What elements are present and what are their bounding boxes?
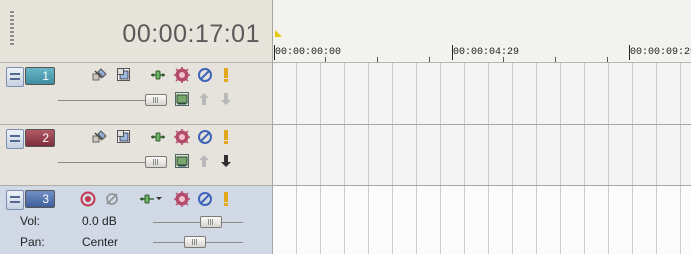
move-down-icon[interactable] <box>218 91 234 107</box>
track-header-panel: 00:00:17:01 1 2 3 Vol: 0.0 dB Pan: Cente… <box>0 0 273 254</box>
track-number[interactable]: 3 <box>25 190 55 208</box>
mute-icon[interactable] <box>197 67 213 83</box>
track-motion-icon[interactable] <box>150 67 166 83</box>
pan-value: Center <box>82 235 119 249</box>
opacity-slider-thumb[interactable] <box>145 94 167 106</box>
solo-icon[interactable] <box>174 129 190 145</box>
ruler-tick <box>429 57 430 62</box>
track-row-3[interactable]: 3 Vol: 0.0 dB Pan: Center <box>0 186 272 254</box>
time-display[interactable]: 00:00:17:01 <box>122 20 260 49</box>
move-up-icon[interactable] <box>196 91 212 107</box>
track-fx-icon[interactable] <box>174 153 190 169</box>
minimize-track-icon[interactable] <box>6 190 24 210</box>
cursor-marker[interactable] <box>275 30 282 37</box>
ruler-tick <box>325 57 326 62</box>
solo-icon[interactable] <box>174 67 190 83</box>
mute-icon[interactable] <box>197 129 213 145</box>
video-editor-track-window: 00:00:17:01 1 2 3 Vol: 0.0 dB Pan: Cente… <box>0 0 691 254</box>
ruler-label: 00:00:00:00 <box>273 45 342 60</box>
track-lane-1[interactable] <box>273 63 691 125</box>
record-arm-icon[interactable] <box>80 191 96 207</box>
track-lane-3[interactable] <box>273 186 691 254</box>
move-down-icon[interactable] <box>218 153 234 169</box>
ruler-label: 00:00:04:29 <box>451 45 520 60</box>
track-motion-icon[interactable] <box>150 129 166 145</box>
volume-label: Vol: <box>20 214 41 228</box>
fx-icon[interactable] <box>92 67 108 83</box>
timeline-area[interactable]: 00:00:00:00 00:00:04:29 00:00:09:29 <box>273 0 691 254</box>
ruler-tick <box>377 57 378 62</box>
track-number[interactable]: 1 <box>25 67 55 85</box>
move-up-icon[interactable] <box>196 153 212 169</box>
track-row-2[interactable]: 2 <box>0 125 272 186</box>
volume-slider-track <box>153 222 243 223</box>
pan-slider-thumb[interactable] <box>184 236 206 248</box>
ruler-label: 00:00:09:29 <box>628 45 691 60</box>
mute-icon[interactable] <box>197 191 213 207</box>
track-fx-icon[interactable] <box>174 91 190 107</box>
fx-icon[interactable] <box>92 129 108 145</box>
volume-envelope-icon[interactable] <box>139 191 163 207</box>
priority-icon[interactable] <box>218 67 234 83</box>
track-lane-2[interactable] <box>273 125 691 186</box>
ruler-tick <box>607 57 608 62</box>
phase-icon[interactable] <box>104 191 120 207</box>
priority-icon[interactable] <box>218 129 234 145</box>
minimize-track-icon[interactable] <box>6 67 24 87</box>
track-row-1[interactable]: 1 <box>0 63 272 125</box>
time-ruler[interactable]: 00:00:00:00 00:00:04:29 00:00:09:29 <box>273 0 691 63</box>
solo-icon[interactable] <box>174 191 190 207</box>
track-number[interactable]: 2 <box>25 129 55 147</box>
minimize-track-icon[interactable] <box>6 129 24 149</box>
pan-label: Pan: <box>20 235 45 249</box>
volume-value: 0.0 dB <box>82 214 117 228</box>
ruler-tick <box>555 57 556 62</box>
ruler-tick <box>503 57 504 62</box>
time-display-area: 00:00:17:01 <box>0 0 272 63</box>
volume-slider-thumb[interactable] <box>200 216 222 228</box>
compositing-mode-icon[interactable] <box>116 129 132 145</box>
opacity-slider-thumb[interactable] <box>145 156 167 168</box>
priority-icon[interactable] <box>218 191 234 207</box>
compositing-mode-icon[interactable] <box>116 67 132 83</box>
drag-grip[interactable] <box>10 11 14 47</box>
